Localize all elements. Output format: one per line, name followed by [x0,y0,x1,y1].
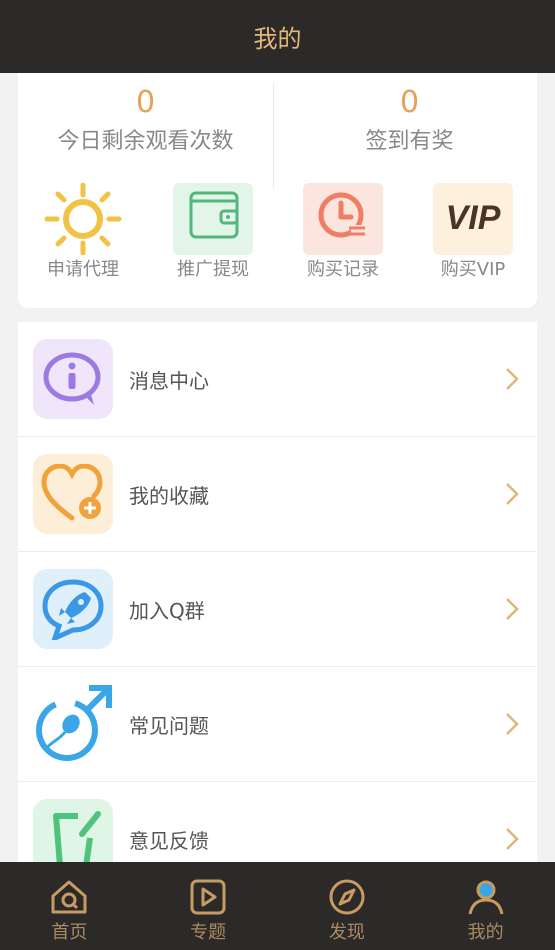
chevron-right-icon [506,598,519,620]
tab-label: 首页 [51,922,88,943]
quick-promo-withdraw[interactable]: 推广提现 [148,183,278,283]
tab-topics[interactable]: 专题 [139,862,278,950]
tab-mine[interactable]: 我的 [416,862,555,950]
stat-label: 今日剩余观看次数 [57,129,234,154]
quick-label: 购买VIP [440,259,506,280]
clock-list-icon [303,183,383,255]
menu-label: 消息中心 [129,368,209,393]
menu-item-join-q-group[interactable]: 加入Q群 [18,552,537,667]
rocket-chat-icon [33,569,113,649]
stat-checkin-reward[interactable]: 0 签到有奖 [282,83,537,159]
quick-label: 购买记录 [307,259,379,280]
menu-label: 常见问题 [129,713,209,738]
chevron-right-icon [506,483,519,505]
menu-list: 消息中心 我的收藏 加入Q群 常见问题 意见反馈 [18,322,537,882]
bottom-tab-bar: 首页 专题 发现 我的 [0,862,555,950]
tab-label: 我的 [467,922,504,943]
menu-label: 意见反馈 [129,828,209,853]
heart-add-icon [33,454,113,534]
menu-label: 我的收藏 [129,483,209,508]
wallet-icon [173,183,253,255]
stat-label: 签到有奖 [365,129,454,154]
quick-apply-agent[interactable]: 申请代理 [18,182,148,283]
quick-label: 申请代理 [47,259,119,280]
info-message-icon [33,339,113,419]
home-icon [51,880,87,914]
chevron-right-icon [506,368,519,390]
user-icon [468,880,504,915]
stats-divider [273,83,274,188]
menu-label: 加入Q群 [129,598,205,623]
tab-discover[interactable]: 发现 [278,862,417,950]
sun-icon [43,182,123,256]
stat-remaining-views[interactable]: 0 今日剩余观看次数 [18,83,273,159]
svg-text:VIP: VIP [446,199,501,237]
menu-item-faq[interactable]: 常见问题 [18,667,537,782]
stat-value: 0 [135,85,156,120]
vip-icon: VIP [433,183,513,255]
header-bar: 我的 [0,0,555,73]
menu-item-my-favorites[interactable]: 我的收藏 [18,437,537,552]
chevron-right-icon [506,713,519,735]
quick-purchase-records[interactable]: 购买记录 [278,183,408,283]
menu-item-message-center[interactable]: 消息中心 [18,322,537,437]
play-icon [190,879,226,915]
tab-label: 发现 [328,922,365,943]
page-title: 我的 [253,25,302,53]
chevron-right-icon [506,828,519,850]
male-symbol-icon [33,684,113,764]
quick-label: 推广提现 [177,259,249,280]
stats-card: 0 今日剩余观看次数 0 签到有奖 申请代理 推广提现 购买记录 VIP 购买V… [18,73,537,308]
compass-icon [329,879,365,915]
tab-home[interactable]: 首页 [0,862,139,950]
stat-value: 0 [399,85,420,120]
quick-buy-vip[interactable]: VIP 购买VIP [408,183,538,283]
tab-label: 专题 [190,922,227,943]
